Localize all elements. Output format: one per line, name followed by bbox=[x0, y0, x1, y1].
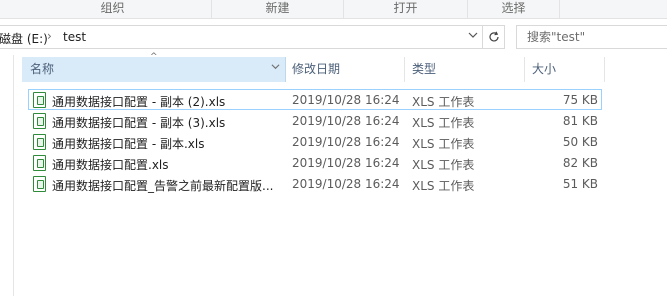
file-name: 通用数据接口配置.xls bbox=[52, 158, 169, 172]
sort-ascending-icon: ^ bbox=[150, 52, 158, 62]
column-header-size[interactable]: 大小 bbox=[524, 57, 604, 82]
file-modified: 2019/10/28 16:24 bbox=[292, 114, 400, 128]
column-header-modified-label: 修改日期 bbox=[292, 62, 341, 76]
excel-file-icon bbox=[33, 155, 46, 171]
file-size: 51 KB bbox=[562, 177, 598, 191]
file-modified: 2019/10/28 16:24 bbox=[292, 156, 400, 170]
file-type: XLS 工作表 bbox=[412, 158, 475, 172]
file-name: 通用数据接口配置_告警之前最新配置版... bbox=[52, 179, 274, 193]
file-type: XLS 工作表 bbox=[412, 116, 475, 130]
file-size: 81 KB bbox=[562, 114, 598, 128]
ribbon-group-open: 打开 bbox=[344, 0, 468, 19]
file-modified: 2019/10/28 16:24 bbox=[292, 177, 400, 191]
file-size: 50 KB bbox=[562, 135, 598, 149]
excel-file-icon bbox=[33, 176, 46, 192]
file-name: 通用数据接口配置 - 副本.xls bbox=[52, 137, 205, 151]
file-type: XLS 工作表 bbox=[412, 179, 475, 193]
refresh-icon bbox=[488, 31, 499, 42]
file-size: 75 KB bbox=[562, 93, 598, 107]
file-row[interactable]: 通用数据接口配置_告警之前最新配置版... 2019/10/28 16:24 X… bbox=[28, 173, 602, 194]
file-row[interactable]: 通用数据接口配置.xls 2019/10/28 16:24 XLS 工作表 82… bbox=[28, 152, 602, 173]
column-header-size-label: 大小 bbox=[532, 62, 557, 76]
column-header-modified[interactable]: 修改日期 bbox=[284, 57, 404, 82]
file-name: 通用数据接口配置 - 副本 (3).xls bbox=[52, 116, 226, 130]
ribbon-group-labels: 组织 新建 打开 选择 bbox=[0, 0, 667, 19]
column-header-type[interactable]: 类型 bbox=[404, 57, 524, 82]
file-modified: 2019/10/28 16:24 bbox=[292, 93, 400, 107]
column-header-name-label: 名称 bbox=[30, 62, 55, 76]
ribbon-group-new: 新建 bbox=[212, 0, 344, 19]
file-type: XLS 工作表 bbox=[412, 95, 475, 109]
file-size: 82 KB bbox=[562, 156, 598, 170]
file-row[interactable]: 通用数据接口配置 - 副本 (2).xls 2019/10/28 16:24 X… bbox=[28, 89, 602, 110]
ribbon-group-select: 选择 bbox=[468, 0, 560, 19]
address-bar-row: 磁盘 (E:) › test 搜索"test" bbox=[0, 19, 667, 55]
excel-file-icon bbox=[33, 113, 46, 129]
address-bar[interactable]: 磁盘 (E:) › test bbox=[0, 25, 483, 49]
file-modified: 2019/10/28 16:24 bbox=[292, 135, 400, 149]
excel-file-icon bbox=[33, 92, 46, 108]
breadcrumb-separator-icon[interactable]: › bbox=[47, 29, 52, 43]
breadcrumb-drive[interactable]: 磁盘 (E:) bbox=[0, 30, 48, 47]
file-row[interactable]: 通用数据接口配置 - 副本.xls 2019/10/28 16:24 XLS 工… bbox=[28, 131, 602, 152]
search-input[interactable]: 搜索"test" bbox=[516, 25, 667, 49]
file-type: XLS 工作表 bbox=[412, 137, 475, 151]
navigation-pane[interactable] bbox=[0, 55, 14, 296]
file-name: 通用数据接口配置 - 副本 (2).xls bbox=[52, 95, 226, 109]
ribbon-group-organize: 组织 bbox=[14, 0, 212, 19]
column-filter-chevron-icon[interactable] bbox=[271, 62, 280, 74]
file-row[interactable]: 通用数据接口配置 - 副本 (3).xls 2019/10/28 16:24 X… bbox=[28, 110, 602, 131]
column-header-type-label: 类型 bbox=[412, 62, 437, 76]
file-explorer-window: 组织 新建 打开 选择 磁盘 (E:) › test 搜索"test" 名称 ^ bbox=[0, 0, 667, 296]
chevron-down-icon[interactable] bbox=[464, 26, 482, 48]
excel-file-icon bbox=[33, 134, 46, 150]
breadcrumb-folder[interactable]: test bbox=[63, 30, 86, 44]
refresh-button[interactable] bbox=[483, 25, 505, 49]
column-divider[interactable] bbox=[604, 57, 605, 82]
